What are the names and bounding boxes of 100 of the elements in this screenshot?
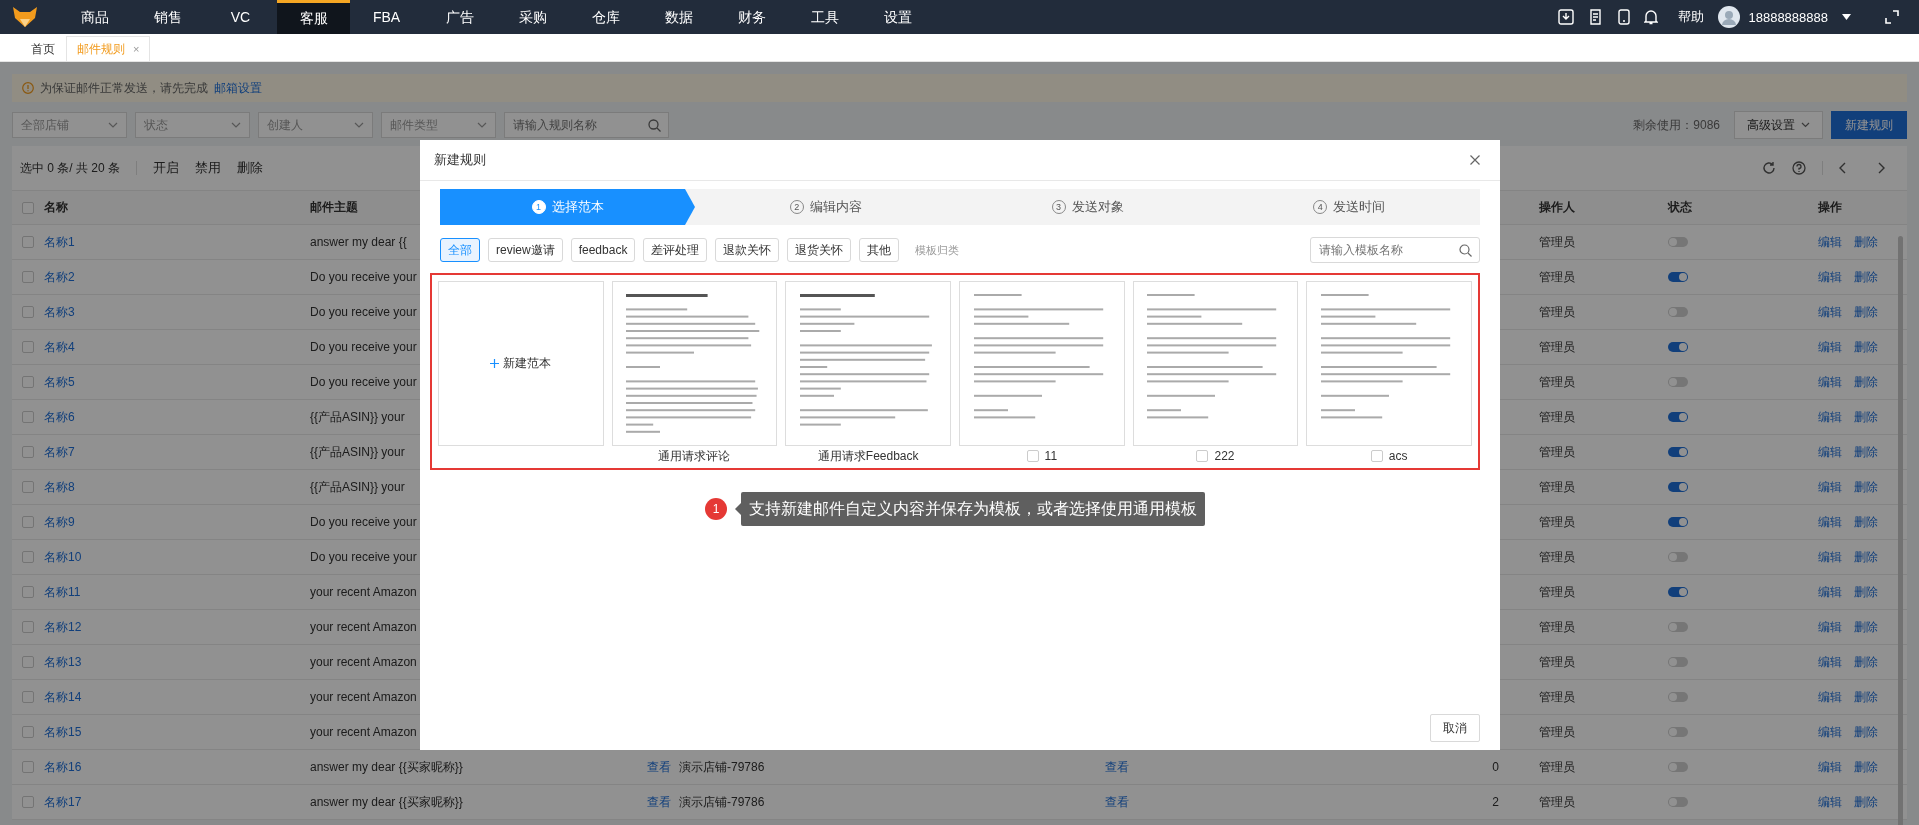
row-action-link[interactable]: 删除 — [1854, 688, 1878, 706]
row-action-link[interactable]: 编辑 — [1818, 758, 1842, 776]
row-action-link[interactable]: 编辑 — [1818, 303, 1842, 321]
template-checkbox[interactable] — [1370, 450, 1383, 462]
rule-name-link[interactable]: 名称17 — [44, 793, 82, 811]
close-icon[interactable] — [1470, 155, 1480, 165]
rule-name-link[interactable]: 名称2 — [44, 268, 75, 286]
nav-item[interactable]: 工具 — [788, 0, 861, 34]
status-toggle[interactable] — [1668, 307, 1688, 317]
status-toggle[interactable] — [1668, 622, 1688, 632]
rule-name-link[interactable]: 名称3 — [44, 303, 75, 321]
rule-name-link[interactable]: 名称11 — [44, 583, 81, 601]
nav-item[interactable]: 财务 — [715, 0, 788, 34]
row-checkbox[interactable] — [22, 236, 34, 248]
view-link[interactable]: 查看 — [647, 758, 671, 776]
row-action-link[interactable]: 删除 — [1854, 653, 1878, 671]
row-action-link[interactable]: 删除 — [1854, 758, 1878, 776]
row-action-link[interactable]: 删除 — [1854, 233, 1878, 251]
category-chip[interactable]: feedback — [570, 238, 636, 262]
row-checkbox[interactable] — [22, 411, 34, 423]
nav-item[interactable]: 仓库 — [569, 0, 642, 34]
fullscreen-icon[interactable] — [1885, 10, 1899, 24]
row-action-link[interactable]: 编辑 — [1818, 233, 1842, 251]
nav-item[interactable]: 商品 — [58, 0, 131, 34]
category-chip[interactable]: 退货关怀 — [787, 238, 852, 262]
search-icon[interactable] — [648, 118, 661, 132]
row-action-link[interactable]: 删除 — [1854, 723, 1878, 741]
download-icon[interactable] — [1558, 9, 1575, 25]
row-action-link[interactable]: 编辑 — [1818, 688, 1842, 706]
status-toggle[interactable] — [1668, 727, 1688, 737]
row-action-link[interactable]: 删除 — [1854, 618, 1878, 636]
status-toggle[interactable] — [1668, 272, 1688, 282]
status-toggle[interactable] — [1668, 762, 1688, 772]
rule-name-link[interactable]: 名称13 — [44, 653, 82, 671]
status-toggle[interactable] — [1668, 552, 1688, 562]
row-action-link[interactable]: 编辑 — [1818, 653, 1842, 671]
help-icon[interactable] — [1792, 161, 1806, 175]
advanced-settings-button[interactable]: 高级设置 — [1734, 111, 1823, 139]
nav-item[interactable]: FBA — [350, 0, 423, 34]
bell-icon[interactable] — [1644, 9, 1659, 25]
template-card[interactable] — [959, 281, 1125, 446]
status-toggle[interactable] — [1668, 447, 1688, 457]
row-action-link[interactable]: 编辑 — [1818, 408, 1842, 426]
rule-name-link[interactable]: 名称9 — [44, 513, 75, 531]
user-name[interactable]: 18888888888 — [1748, 9, 1828, 25]
nav-item[interactable]: 设置 — [861, 0, 934, 34]
row-checkbox[interactable] — [22, 586, 34, 598]
view-link[interactable]: 查看 — [1105, 793, 1129, 811]
nav-item[interactable]: VC — [204, 0, 277, 34]
row-action-link[interactable]: 编辑 — [1818, 338, 1842, 356]
row-action-link[interactable]: 编辑 — [1818, 513, 1842, 531]
phone-icon[interactable] — [1618, 9, 1631, 25]
row-checkbox[interactable] — [22, 376, 34, 388]
mail-settings-link[interactable]: 邮箱设置 — [214, 79, 262, 97]
toolbar-action[interactable]: 开启 — [153, 159, 180, 177]
category-chip[interactable]: review邀请 — [488, 238, 563, 262]
row-checkbox[interactable] — [22, 761, 34, 773]
row-checkbox[interactable] — [22, 481, 34, 493]
rule-name-link[interactable]: 名称14 — [44, 688, 82, 706]
rule-name-link[interactable]: 名称6 — [44, 408, 75, 426]
new-template-card[interactable]: 新建范本 — [438, 281, 604, 446]
nav-item[interactable]: 采购 — [496, 0, 569, 34]
rule-name-link[interactable]: 名称7 — [44, 443, 75, 461]
row-action-link[interactable]: 编辑 — [1818, 268, 1842, 286]
view-link[interactable]: 查看 — [647, 793, 671, 811]
status-toggle[interactable] — [1668, 692, 1688, 702]
wizard-step[interactable]: 3 发送对象 — [956, 189, 1219, 225]
new-rule-button[interactable]: 新建规则 — [1831, 111, 1907, 139]
row-checkbox[interactable] — [22, 271, 34, 283]
row-checkbox[interactable] — [22, 621, 34, 633]
rule-name-link[interactable]: 名称12 — [44, 618, 82, 636]
status-toggle[interactable] — [1668, 482, 1688, 492]
tab-close[interactable]: × — [133, 43, 140, 55]
row-action-link[interactable]: 编辑 — [1818, 373, 1842, 391]
template-checkbox[interactable] — [1196, 450, 1209, 462]
rule-name-link[interactable]: 名称8 — [44, 478, 75, 496]
tab-label[interactable]: 首页 — [31, 40, 55, 58]
row-checkbox[interactable] — [22, 551, 34, 563]
nav-item[interactable]: 数据 — [642, 0, 715, 34]
row-action-link[interactable]: 删除 — [1854, 443, 1878, 461]
row-action-link[interactable]: 编辑 — [1818, 478, 1842, 496]
rule-name-link[interactable]: 名称10 — [44, 548, 82, 566]
category-chip[interactable]: 差评处理 — [643, 238, 708, 262]
page-tab[interactable]: 首页 — [20, 36, 66, 61]
row-checkbox[interactable] — [22, 796, 34, 808]
page-tab[interactable]: 邮件规则 × — [66, 36, 151, 61]
category-link[interactable]: 模板归类 — [915, 242, 960, 258]
template-card[interactable] — [1132, 281, 1299, 446]
status-toggle[interactable] — [1668, 342, 1688, 352]
row-action-link[interactable]: 删除 — [1854, 583, 1878, 601]
previous-icon[interactable] — [1839, 162, 1847, 174]
rule-name-link[interactable]: 名称16 — [44, 758, 82, 776]
row-action-link[interactable]: 编辑 — [1818, 583, 1842, 601]
toolbar-action[interactable]: 禁用 — [195, 159, 222, 177]
next-icon[interactable] — [1877, 162, 1885, 174]
rule-name-link[interactable]: 名称5 — [44, 373, 75, 391]
row-action-link[interactable]: 删除 — [1854, 793, 1878, 811]
row-checkbox[interactable] — [22, 306, 34, 318]
tab-label[interactable]: 邮件规则 — [77, 40, 125, 58]
status-toggle[interactable] — [1668, 412, 1688, 422]
